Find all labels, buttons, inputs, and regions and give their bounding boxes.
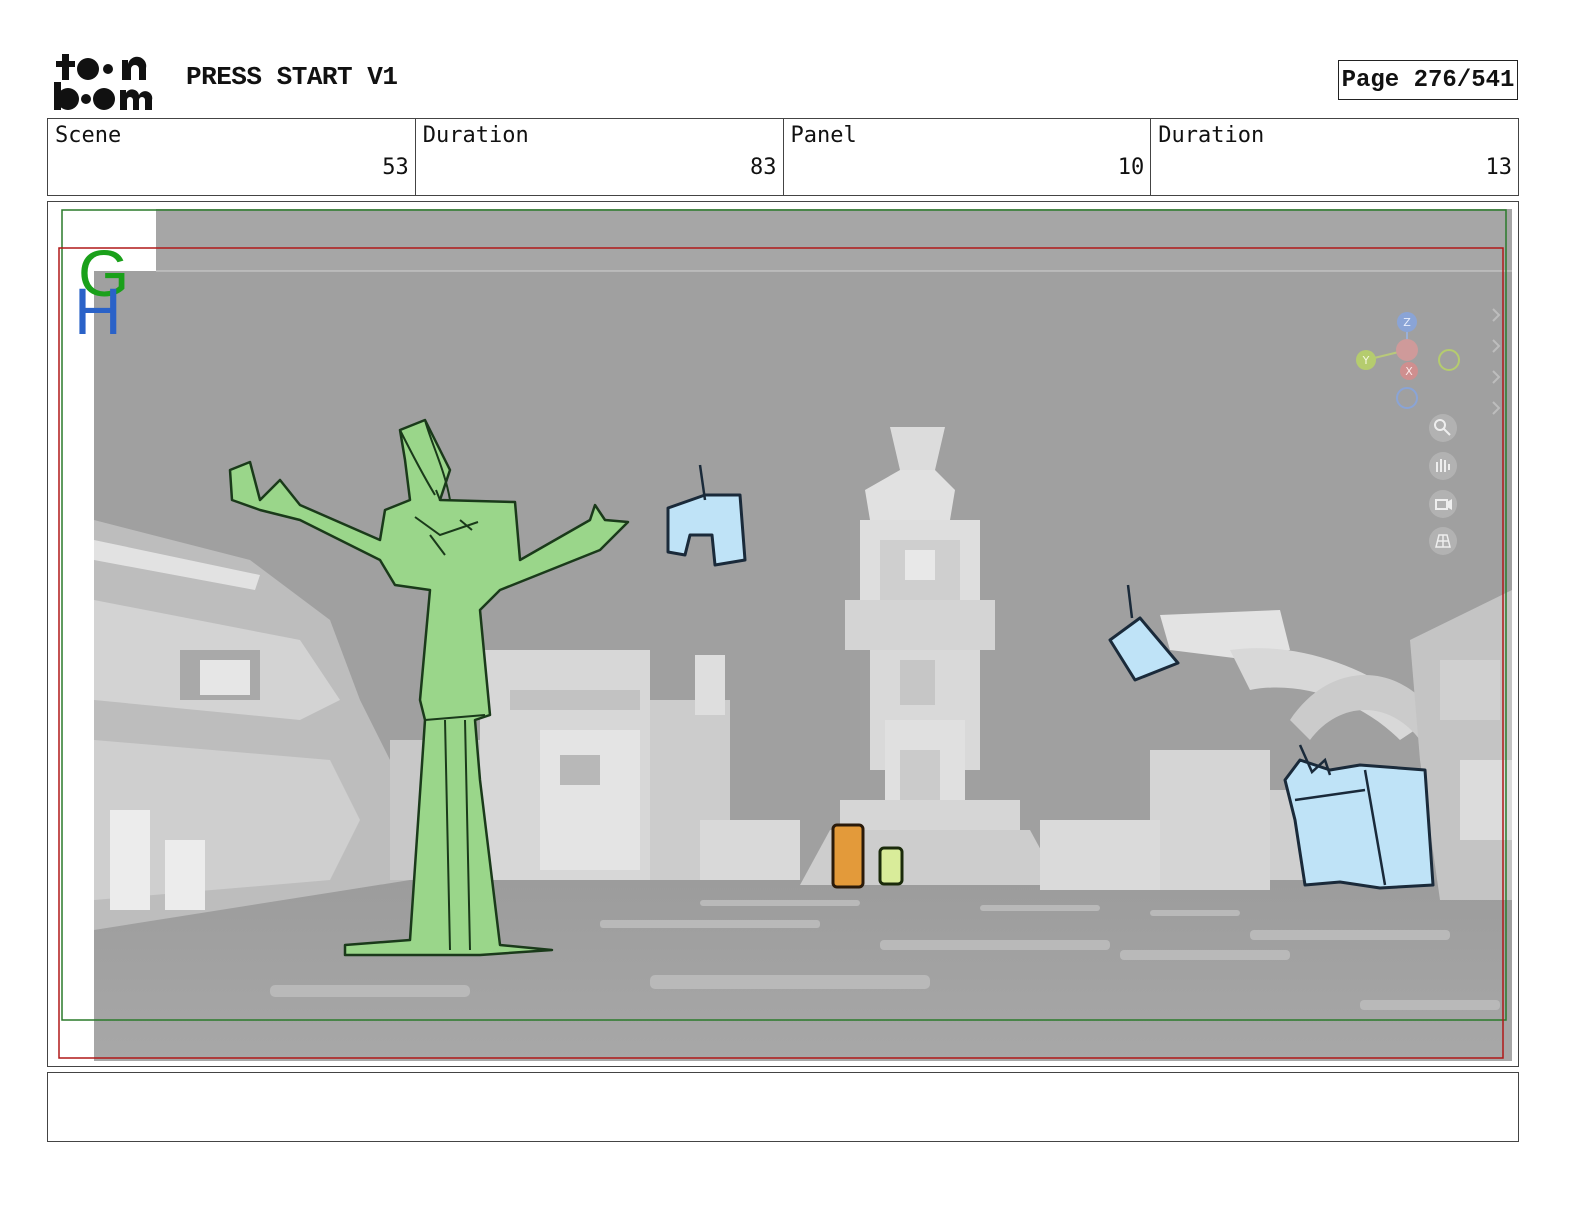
marker-h: H bbox=[74, 274, 122, 348]
camera-frame bbox=[58, 247, 1504, 1059]
safe-frame bbox=[61, 209, 1507, 1021]
frame-overlays: G H bbox=[58, 209, 1507, 1059]
panel-notes bbox=[47, 1072, 1519, 1142]
